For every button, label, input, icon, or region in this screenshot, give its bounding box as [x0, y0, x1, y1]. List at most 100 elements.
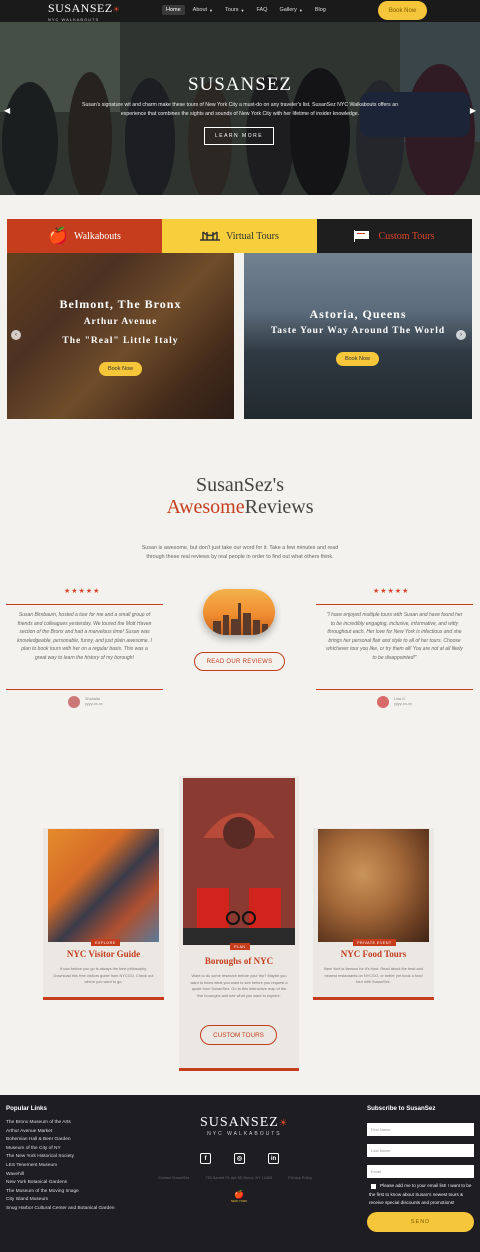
nav-about-label: About	[192, 7, 208, 13]
chevron-down-icon: ▼	[298, 7, 303, 13]
tour-book-button[interactable]: Book Now	[336, 352, 379, 366]
chevron-down-icon: ▼	[209, 7, 214, 13]
nav-home[interactable]: Home	[162, 5, 185, 15]
carousel-prev-icon[interactable]: ‹	[11, 330, 21, 340]
guide-card-food[interactable]: PRIVATE EVENT NYC Food Tours New York is…	[313, 828, 434, 1000]
custom-tours-button[interactable]: CUSTOM TOURS	[200, 1025, 277, 1045]
last-name-field[interactable]: Last Name	[367, 1144, 474, 1157]
crow-mural-image	[48, 829, 159, 942]
bread-image	[318, 829, 429, 942]
reviews-title-line2: AwesomeReviews	[0, 496, 480, 519]
footer-small-links: Contact SusanSez 755 Barrett St. Apt 3D …	[158, 1176, 312, 1180]
footer-link[interactable]: Snug Harbor Cultural Center and Botanica…	[6, 1205, 124, 1214]
social-links: f ◎ in	[200, 1153, 279, 1164]
footer-link[interactable]: Arthur Avenue Market	[6, 1128, 124, 1137]
avatar	[377, 696, 389, 708]
nav-blog[interactable]: Blog	[311, 5, 330, 15]
tab-custom-tours-label: Custom Tours	[378, 230, 435, 242]
tab-walkabouts-label: Walkabouts	[73, 230, 121, 242]
main-menu: Home About ▼ Tours ▼ FAQ Gallery ▼ Blog	[162, 5, 330, 15]
linkedin-icon[interactable]: in	[268, 1153, 279, 1164]
star-rating-icon: ★★★★★	[373, 588, 410, 595]
tab-virtual-tours[interactable]: Virtual Tours	[162, 219, 317, 253]
footer-link[interactable]: Bohemian Hall & Beer Garden	[6, 1136, 124, 1145]
nav-gallery-label: Gallery	[279, 7, 297, 13]
reviews-title: SusanSez's	[195, 474, 285, 496]
footer-link[interactable]: The Museum of the Moving Image	[6, 1188, 124, 1197]
guide-description: Know before you go is always the best ph…	[53, 966, 154, 984]
footer-logo-text: SUSANSEZ	[200, 1115, 279, 1130]
learn-more-button[interactable]: LEARN MORE	[204, 127, 274, 145]
footer-link[interactable]: City Island Museum	[6, 1196, 124, 1205]
card-underline	[313, 997, 434, 1000]
reviewer-info: Lisa G. yyyy-xx-xx	[377, 696, 412, 708]
category-tag: PRIVATE EVENT	[353, 939, 396, 946]
tour-title: Astoria, Queens	[309, 307, 407, 321]
carousel-next-icon[interactable]: ›	[456, 330, 466, 340]
footer-link[interactable]: Wavehill	[6, 1171, 124, 1180]
star-rating-icon: ★★★★★	[64, 588, 101, 595]
sun-icon: ☀	[278, 1118, 289, 1129]
nav-tours[interactable]: Tours ▼	[221, 5, 248, 15]
tab-walkabouts[interactable]: 🍎 Walkabouts	[7, 219, 162, 253]
footer-link[interactable]: Museum of the City of NY	[6, 1145, 124, 1154]
site-logo[interactable]: SUSANSEZ☀ NYC WALKABOUTS	[48, 1, 120, 25]
guide-description: New York is famous for it's food. Read a…	[324, 966, 423, 984]
logo-text: SUSANSEZ	[48, 1, 113, 15]
tour-card-astoria[interactable]: Astoria, Queens Taste Your Way Around Th…	[244, 253, 472, 419]
subscribe-heading: Subscribe to SusanSez	[367, 1105, 436, 1112]
instagram-icon[interactable]: ◎	[234, 1153, 245, 1164]
tour-subtitle: Taste Your Way Around The World	[270, 326, 446, 336]
category-tag: EXPLORE	[91, 939, 120, 946]
site-footer: Popular Links The Bronx Museum of the Ar…	[0, 1095, 480, 1252]
footer-logo[interactable]: SUSANSEZ☀ NYC WALKABOUTS	[200, 1115, 289, 1137]
nav-gallery[interactable]: Gallery ▼	[275, 5, 306, 15]
tab-custom-tours[interactable]: Custom Tours	[317, 219, 472, 253]
guide-card-visitor[interactable]: EXPLORE NYC Visitor Guide Know before yo…	[43, 828, 164, 1000]
bridge-icon	[200, 231, 221, 241]
first-name-field[interactable]: First Name	[367, 1123, 474, 1136]
nav-about[interactable]: About ▼	[189, 5, 217, 15]
chevron-right-icon[interactable]: ▶	[470, 106, 476, 115]
apple-icon: 🍎	[48, 228, 68, 245]
nav-blog-label: Blog	[314, 7, 326, 13]
guide-title: NYC Food Tours	[340, 949, 407, 959]
flag-icon	[354, 230, 370, 242]
nav-faq[interactable]: FAQ	[252, 5, 271, 15]
footer-link[interactable]: The New York Historical Society	[6, 1153, 124, 1162]
footer-link[interactable]: LES Tenement Museum	[6, 1162, 124, 1171]
guide-title: NYC Visitor Guide	[66, 949, 141, 959]
reviews-intro: Susan is awesome, but don't just take ou…	[141, 545, 339, 560]
tour-type-tabs: 🍎 Walkabouts Virtual Tours Custom Tours	[7, 219, 472, 253]
firehouse-image	[183, 778, 295, 945]
send-button[interactable]: SEND	[367, 1212, 474, 1232]
badge-text: NEW YORK	[230, 1199, 248, 1203]
chevron-left-icon[interactable]: ◀	[4, 106, 10, 115]
nav-faq-label: FAQ	[256, 7, 268, 13]
tour-book-button[interactable]: Book Now	[99, 362, 142, 376]
hero-description: Susan's signature wit and charm make the…	[82, 102, 398, 117]
reviews-title-rest: Reviews	[244, 496, 314, 518]
guide-description: Want to do some research before your tri…	[190, 973, 288, 998]
contact-link[interactable]: Contact SusanSez	[158, 1176, 189, 1180]
book-now-button[interactable]: Book Now	[378, 1, 427, 20]
read-reviews-button[interactable]: READ OUR REVIEWS	[194, 652, 285, 671]
tour-card-belmont[interactable]: Belmont, The Bronx Arthur Avenue The "Re…	[7, 253, 234, 419]
privacy-link[interactable]: Privacy Policy	[288, 1176, 312, 1180]
nav-tours-label: Tours	[225, 7, 239, 13]
review-date: yyyy-xx-xx	[85, 702, 103, 706]
footer-link[interactable]: The Bronx Museum of the Arts	[6, 1119, 124, 1128]
avatar	[68, 696, 80, 708]
nyc-badge-icon: 🍎 NEW YORK	[229, 1190, 249, 1210]
chevron-down-icon: ▼	[240, 7, 245, 13]
tour-title: Belmont, The Bronx	[59, 297, 182, 311]
email-field[interactable]: Email	[367, 1165, 474, 1178]
facebook-icon[interactable]: f	[200, 1153, 211, 1164]
apple-icon: 🍎	[234, 1190, 244, 1199]
card-underline	[179, 1068, 299, 1071]
footer-link[interactable]: New York Botanical Gardens	[6, 1179, 124, 1188]
reviewer-info: Shahalla yyyy-xx-xx	[68, 696, 103, 708]
category-tag: PLAN	[230, 943, 250, 950]
nyc-skyline-image	[203, 589, 275, 635]
top-navigation: SUSANSEZ☀ NYC WALKABOUTS Home About ▼ Tou…	[0, 0, 480, 22]
